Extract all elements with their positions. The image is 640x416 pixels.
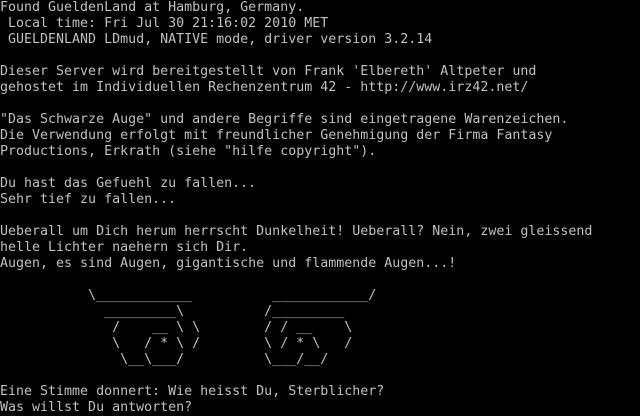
story-line: Sehr tief zu fallen... (0, 192, 177, 207)
trademark-line: "Das Schwarze Auge" und andere Begriffe … (0, 112, 569, 127)
hosting-line: gehostet im Individuellen Rechenzentrum … (0, 80, 529, 95)
ascii-eyes-art-line: _________\ /_________ (0, 304, 345, 319)
local-time-line: Local time: Fri Jul 30 21:16:02 2010 MET (0, 16, 329, 31)
ascii-eyes-art-line: / __ \ \ / / __ \ (0, 320, 353, 335)
ascii-eyes-art-line: \____________ ____________/ (0, 288, 377, 303)
server-provider-line: Dieser Server wird bereitgestellt von Fr… (0, 64, 537, 79)
story-line: helle Lichter naehern sich Dir. (0, 240, 249, 255)
input-prompt-line[interactable]: Was willst Du antworten? (0, 400, 192, 416)
driver-version-line: GUELDENLAND LDmud, NATIVE mode, driver v… (0, 32, 433, 47)
ascii-eyes-art-line: \ / * \ / \ / * \ / (0, 336, 353, 351)
name-question-line: Eine Stimme donnert: Wie heisst Du, Ster… (0, 384, 385, 399)
story-line: Du hast das Gefuehl zu fallen... (0, 176, 257, 191)
permission-line: Die Verwendung erfolgt mit freundlicher … (0, 128, 553, 143)
ascii-eyes-art-line: \__\___/ \___/__/ (0, 352, 329, 367)
story-line: Augen, es sind Augen, gigantische und fl… (0, 256, 457, 271)
copyright-line: Productions, Erkrath (siehe "hilfe copyr… (0, 144, 377, 159)
server-found-line: Found GueldenLand at Hamburg, Germany. (0, 0, 305, 15)
terminal-window[interactable]: Found GueldenLand at Hamburg, Germany. L… (0, 0, 640, 416)
story-line: Ueberall um Dich herum herrscht Dunkelhe… (0, 224, 593, 239)
